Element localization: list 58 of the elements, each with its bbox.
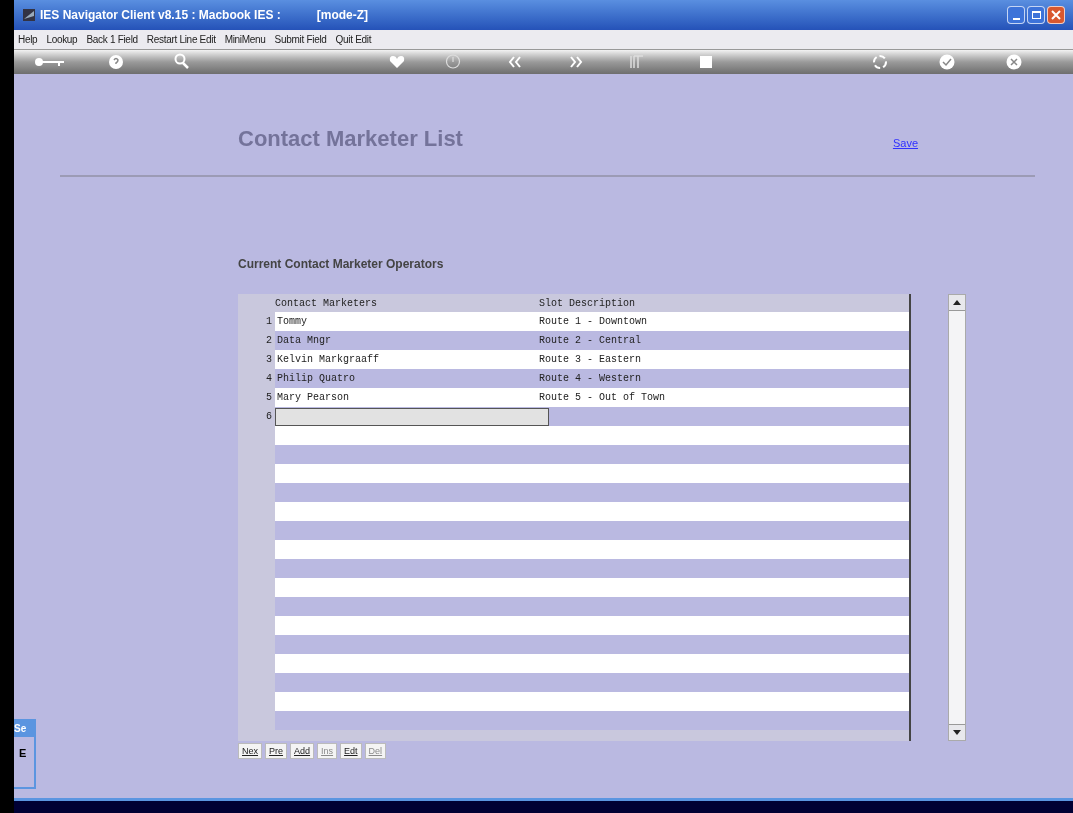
table-cell-text: Route 1 - Downtown xyxy=(539,315,648,329)
page-title: Contact Marketer List xyxy=(238,125,463,153)
key-icon[interactable] xyxy=(34,57,66,67)
app-icon xyxy=(22,8,36,22)
clock-icon[interactable] xyxy=(445,53,461,70)
table-cell-text: Route 4 - Western xyxy=(539,372,642,386)
scroll-up-button[interactable] xyxy=(949,295,965,311)
help-icon[interactable] xyxy=(108,54,124,70)
row-number: 4 xyxy=(265,372,273,386)
up-arrow-icon xyxy=(953,300,961,305)
menu-item[interactable]: MiniMenu xyxy=(224,32,266,47)
double-right-icon[interactable] xyxy=(569,56,583,68)
table-cell-text: Route 5 - Out of Town xyxy=(539,391,666,405)
input-field[interactable] xyxy=(275,407,549,426)
table-cell-text: Tommy xyxy=(276,315,308,329)
scrollbar[interactable] xyxy=(948,294,966,741)
table-cell-text: Route 3 - Eastern xyxy=(539,353,642,367)
cancel-icon[interactable] xyxy=(1006,54,1022,70)
window-title: IES Navigator Client v8.15 : Macbook IES : xyxy=(40,7,281,24)
menu-item[interactable]: Help xyxy=(18,32,38,47)
row-number: 6 xyxy=(265,410,273,424)
row-number: 3 xyxy=(265,353,273,367)
close-icon xyxy=(1051,10,1061,20)
menu-item[interactable]: Submit Field xyxy=(274,32,327,47)
table-cell-text: Kelvin Markgraaff xyxy=(276,353,381,367)
panel-text: E xyxy=(19,746,28,761)
search-icon[interactable] xyxy=(174,53,190,70)
column-header: Slot Description xyxy=(539,296,635,311)
menu-item[interactable]: Back 1 Field xyxy=(86,32,138,47)
row-number: 2 xyxy=(265,334,273,348)
check-icon[interactable] xyxy=(939,54,955,70)
action-button[interactable]: Nex xyxy=(238,743,262,759)
action-button[interactable]: Edt xyxy=(340,743,362,759)
menu-item[interactable]: Restart Line Edit xyxy=(146,32,216,47)
row-number: 1 xyxy=(265,315,273,329)
table-cell-text: Mary Pearson xyxy=(276,391,350,405)
menu-item[interactable]: Quit Edit xyxy=(335,32,372,47)
table-cell-text: Route 2 - Central xyxy=(539,334,642,348)
column-header: Contact Marketers xyxy=(275,296,379,311)
window-mode: [mode-Z] xyxy=(316,7,369,24)
minimize-button[interactable] xyxy=(1007,6,1025,24)
scroll-down-button[interactable] xyxy=(949,724,965,740)
double-left-icon[interactable] xyxy=(508,56,522,68)
row-number: 5 xyxy=(265,391,273,405)
table-cell-text: Philip Quatro xyxy=(276,372,356,386)
section-title: Current Contact Marketer Operators xyxy=(238,256,445,273)
save-link[interactable]: Save xyxy=(892,134,918,151)
recycle-icon[interactable] xyxy=(872,54,888,70)
table-cell-text: Data Mngr xyxy=(276,334,332,348)
action-button[interactable]: Add xyxy=(290,743,315,759)
bracket-icon[interactable] xyxy=(630,55,644,69)
close-button[interactable] xyxy=(1047,6,1065,24)
action-button[interactable]: Pre xyxy=(265,743,288,759)
heart-icon[interactable] xyxy=(389,55,405,69)
menu-item[interactable]: Lookup xyxy=(46,32,78,47)
panel-title: Se xyxy=(14,721,34,737)
maximize-button[interactable] xyxy=(1027,6,1045,24)
down-arrow-icon xyxy=(953,730,961,735)
